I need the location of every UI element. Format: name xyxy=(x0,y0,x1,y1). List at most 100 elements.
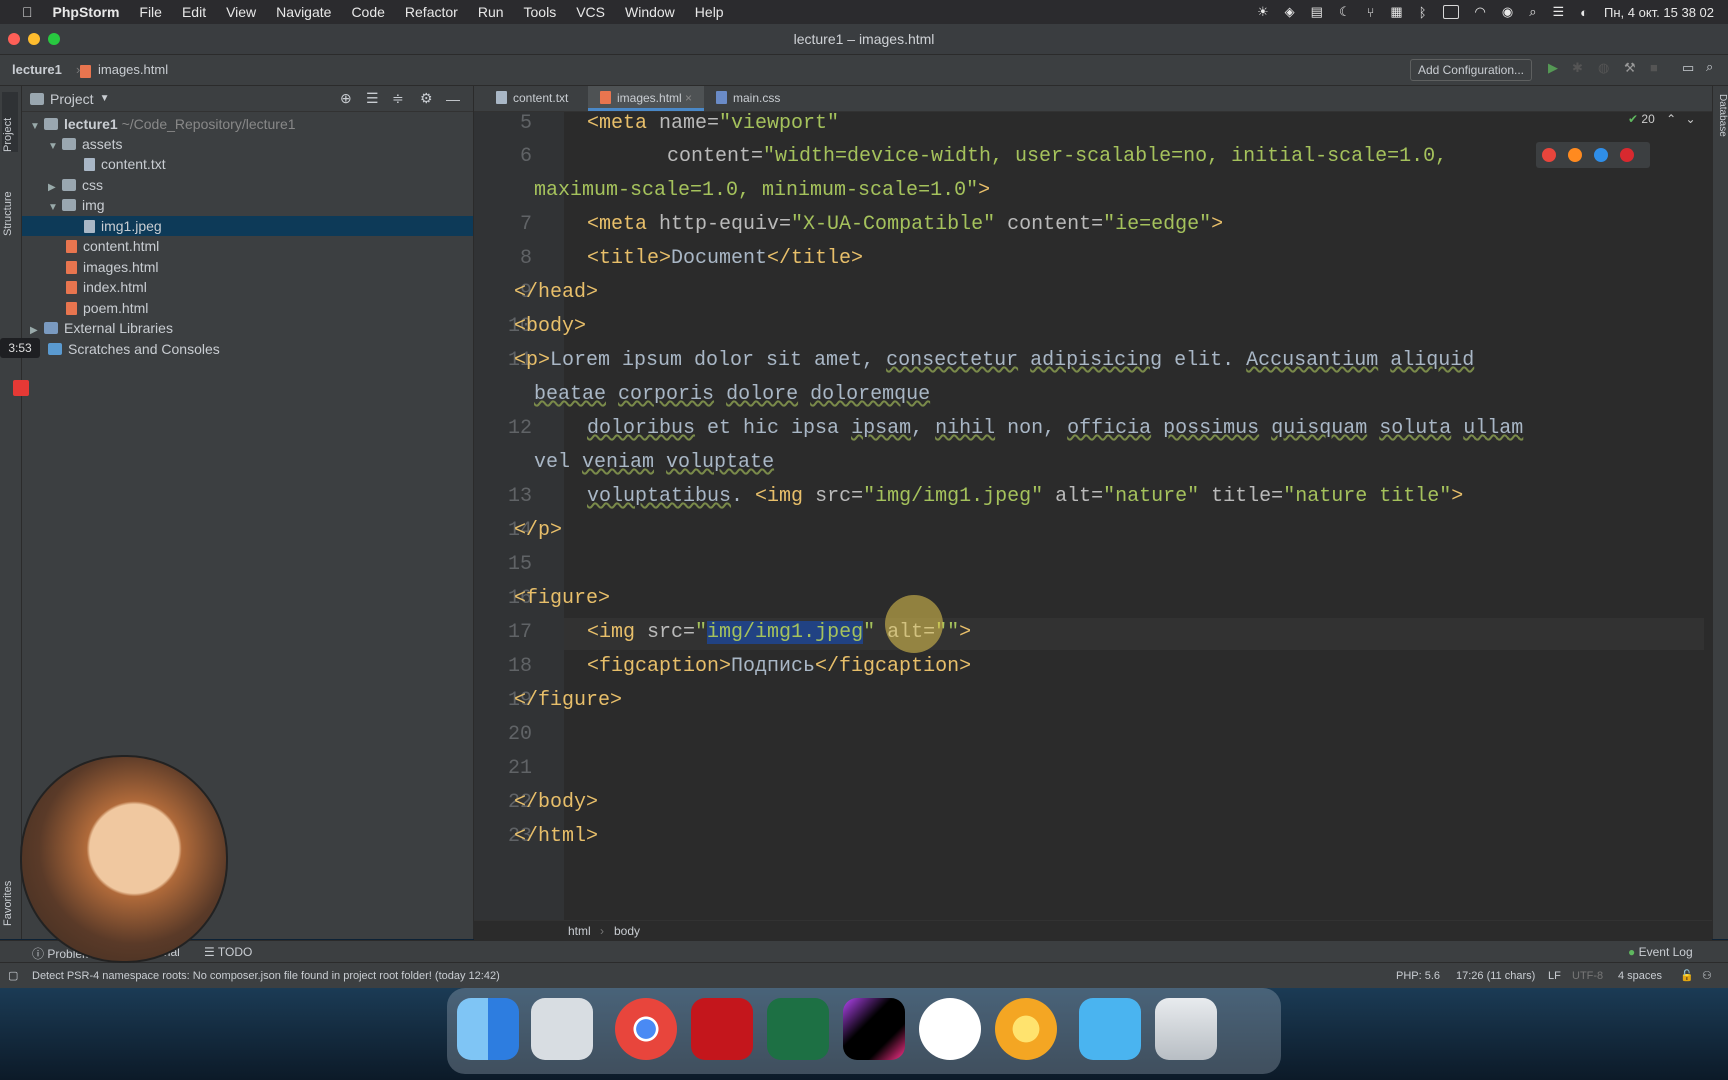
tree-item-index-html[interactable]: index.html xyxy=(66,277,147,297)
flag-icon[interactable]: ▦ xyxy=(1390,4,1402,20)
chrome-icon[interactable] xyxy=(1542,148,1556,162)
zoom-window-button[interactable] xyxy=(48,33,60,45)
breadcrumb-project[interactable]: lecture1 xyxy=(12,62,62,77)
menu-file[interactable]: File xyxy=(139,4,162,20)
finder-icon[interactable] xyxy=(457,998,519,1060)
moon-icon[interactable]: ☾ xyxy=(1339,4,1351,20)
chevron-up-icon[interactable]: ⌃ xyxy=(1666,112,1676,126)
hide-panel-icon[interactable]: — xyxy=(446,91,460,107)
fork-icon[interactable]: ⑂ xyxy=(1367,5,1375,20)
tree-item-scratches[interactable]: Scratches and Consoles xyxy=(48,339,220,359)
php-version[interactable]: PHP: 5.6 xyxy=(1396,963,1440,989)
phpstorm-icon[interactable] xyxy=(843,998,905,1060)
inspector-icon[interactable]: ⚇ xyxy=(1702,963,1712,989)
tree-item-assets[interactable]: ▼ assets xyxy=(48,134,122,154)
safari-icon[interactable] xyxy=(1594,148,1608,162)
screen-recorder-icon[interactable] xyxy=(919,998,981,1060)
event-log-button[interactable]: ● Event Log xyxy=(1628,945,1693,959)
siri-icon[interactable]: ◐ xyxy=(1580,5,1588,20)
build-icon[interactable]: ⚒ xyxy=(1624,60,1636,76)
chrome-canary-icon[interactable] xyxy=(995,998,1057,1060)
indent-setting[interactable]: 4 spaces xyxy=(1618,963,1662,989)
status-message[interactable]: Detect PSR-4 namespace roots: No compose… xyxy=(32,963,500,989)
notification-icon[interactable]: ▤ xyxy=(1311,4,1323,20)
menu-refactor[interactable]: Refactor xyxy=(405,4,458,20)
todo-tool-button[interactable]: ☰ TODO xyxy=(204,945,252,959)
code-editor[interactable]: 5 6 7 8 9 10 11 12 13 14 15 16 17 18 19 … xyxy=(474,112,1712,920)
chrome-icon[interactable] xyxy=(615,998,677,1060)
menu-navigate[interactable]: Navigate xyxy=(276,4,331,20)
menu-view[interactable]: View xyxy=(226,4,256,20)
structure-tool-button[interactable]: Structure xyxy=(2,166,18,236)
menu-edit[interactable]: Edit xyxy=(182,4,206,20)
wifi-icon[interactable]: ◠ xyxy=(1475,4,1486,20)
menu-window[interactable]: Window xyxy=(625,4,675,20)
close-window-button[interactable] xyxy=(8,33,20,45)
search-everywhere-icon[interactable]: ⌕ xyxy=(1706,59,1713,75)
layout-icon[interactable]: ▭ xyxy=(1682,60,1694,76)
user-icon[interactable]: ◉ xyxy=(1502,4,1513,20)
stop-icon[interactable]: ■ xyxy=(1650,60,1658,75)
stop-recording-button[interactable] xyxy=(13,380,29,396)
excel-icon[interactable] xyxy=(767,998,829,1060)
gear-icon[interactable]: ⚙ xyxy=(420,90,433,107)
menu-vcs[interactable]: VCS xyxy=(576,4,605,20)
search-icon[interactable]: ⌕ xyxy=(1529,4,1536,20)
trash-icon[interactable] xyxy=(1155,998,1217,1060)
expand-all-icon[interactable]: ☰ xyxy=(366,90,379,107)
coverage-icon[interactable]: ◍ xyxy=(1598,60,1609,76)
locate-icon[interactable]: ⊕ xyxy=(340,90,352,107)
opera-icon[interactable] xyxy=(1620,148,1634,162)
project-tool-button[interactable]: Project xyxy=(2,92,18,152)
tree-item-css[interactable]: ▶ css xyxy=(48,175,103,195)
check-icon: ✔ xyxy=(1628,112,1639,126)
caret-position[interactable]: 17:26 (11 chars) xyxy=(1456,963,1535,989)
tree-item-poem-html[interactable]: poem.html xyxy=(66,298,148,318)
tree-item-content-txt[interactable]: content.txt xyxy=(84,154,166,174)
brightness-icon[interactable]: ☀ xyxy=(1257,4,1269,20)
box-icon[interactable]: ◈ xyxy=(1285,4,1295,20)
apple-icon[interactable]:  xyxy=(22,4,33,20)
database-tool-button[interactable]: Database xyxy=(1714,94,1728,164)
tab-images-html[interactable]: images.html × xyxy=(588,86,705,111)
folder-icon[interactable] xyxy=(1079,998,1141,1060)
tab-content-txt[interactable]: content.txt xyxy=(484,86,580,111)
tree-item-external-libraries[interactable]: ▶ External Libraries xyxy=(30,318,173,338)
add-configuration-button[interactable]: Add Configuration... xyxy=(1410,59,1532,81)
bluetooth-icon[interactable]: ᛒ xyxy=(1419,5,1427,20)
tree-item-lecture1[interactable]: ▼ lecture1 ~/Code_Repository/lecture1 xyxy=(30,114,296,134)
minimize-window-button[interactable] xyxy=(28,33,40,45)
close-tab-icon[interactable]: × xyxy=(685,91,692,105)
tree-item-content-html[interactable]: content.html xyxy=(66,236,159,256)
run-icon[interactable]: ▶ xyxy=(1548,60,1558,76)
favorites-tool-button[interactable]: Favorites xyxy=(2,856,18,926)
menu-help[interactable]: Help xyxy=(695,4,724,20)
inspection-widget[interactable]: ✔ 20 ⌃ ⌄ xyxy=(1628,112,1696,126)
breadcrumb-html[interactable]: html xyxy=(568,924,591,938)
line-separator[interactable]: LF xyxy=(1548,963,1561,989)
chevron-down-icon[interactable]: ⌄ xyxy=(1686,112,1696,126)
launchpad-icon[interactable] xyxy=(531,998,593,1060)
breadcrumb-body[interactable]: body xyxy=(614,924,640,938)
file-encoding[interactable]: UTF-8 xyxy=(1572,963,1603,989)
breadcrumb-file[interactable]: images.html xyxy=(98,62,168,77)
menu-run[interactable]: Run xyxy=(478,4,504,20)
tab-main-css[interactable]: main.css xyxy=(704,86,792,111)
firefox-icon[interactable] xyxy=(1568,148,1582,162)
acrobat-icon[interactable] xyxy=(691,998,753,1060)
debug-icon[interactable]: ✱ xyxy=(1572,60,1583,76)
menu-tools[interactable]: Tools xyxy=(524,4,557,20)
tree-item-images-html[interactable]: images.html xyxy=(66,257,158,277)
tree-item-img[interactable]: ▼ img xyxy=(48,195,105,215)
status-window-icon[interactable]: ▢ xyxy=(8,963,18,989)
collapse-all-icon[interactable]: ≑ xyxy=(392,90,404,107)
clock[interactable]: Пн, 4 окт. 15 38 02 xyxy=(1604,5,1714,20)
project-panel-title[interactable]: Project xyxy=(50,91,94,107)
menu-app-name[interactable]: PhpStorm xyxy=(53,4,120,20)
tree-item-img1-jpeg[interactable]: img1.jpeg xyxy=(22,216,473,236)
control-center-icon[interactable]: ☰ xyxy=(1552,4,1564,20)
lock-icon[interactable]: 🔓 xyxy=(1680,963,1694,989)
menu-code[interactable]: Code xyxy=(351,4,384,20)
chevron-down-icon[interactable]: ▼ xyxy=(100,93,110,104)
battery-icon[interactable] xyxy=(1442,5,1459,19)
